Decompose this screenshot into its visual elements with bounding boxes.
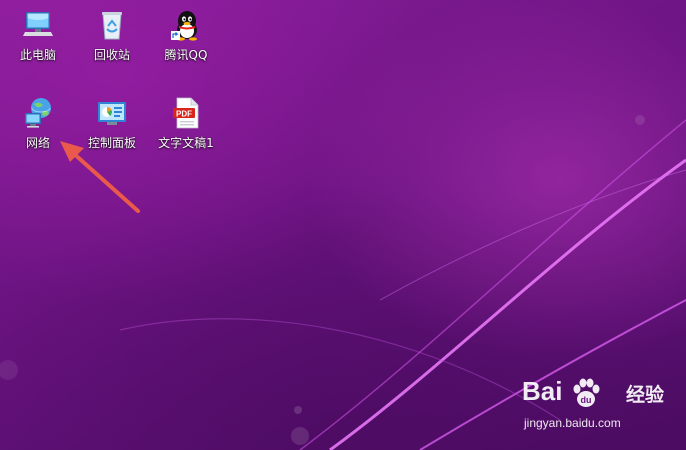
watermark-brand: Bai bbox=[522, 376, 563, 406]
watermark-url: jingyan.baidu.com bbox=[524, 416, 621, 430]
svg-text:du: du bbox=[581, 395, 592, 405]
watermark-name: 经验 bbox=[626, 384, 665, 406]
desktop[interactable]: 此电脑 回收站 腾讯QQ 网络 控制面板 PDF 文字文稿1 Bai du 经验… bbox=[0, 0, 686, 450]
baidu-paw-icon: du bbox=[573, 378, 600, 407]
baidu-jingyan-watermark: Bai du 经验 jingyan.baidu.com bbox=[522, 376, 682, 436]
